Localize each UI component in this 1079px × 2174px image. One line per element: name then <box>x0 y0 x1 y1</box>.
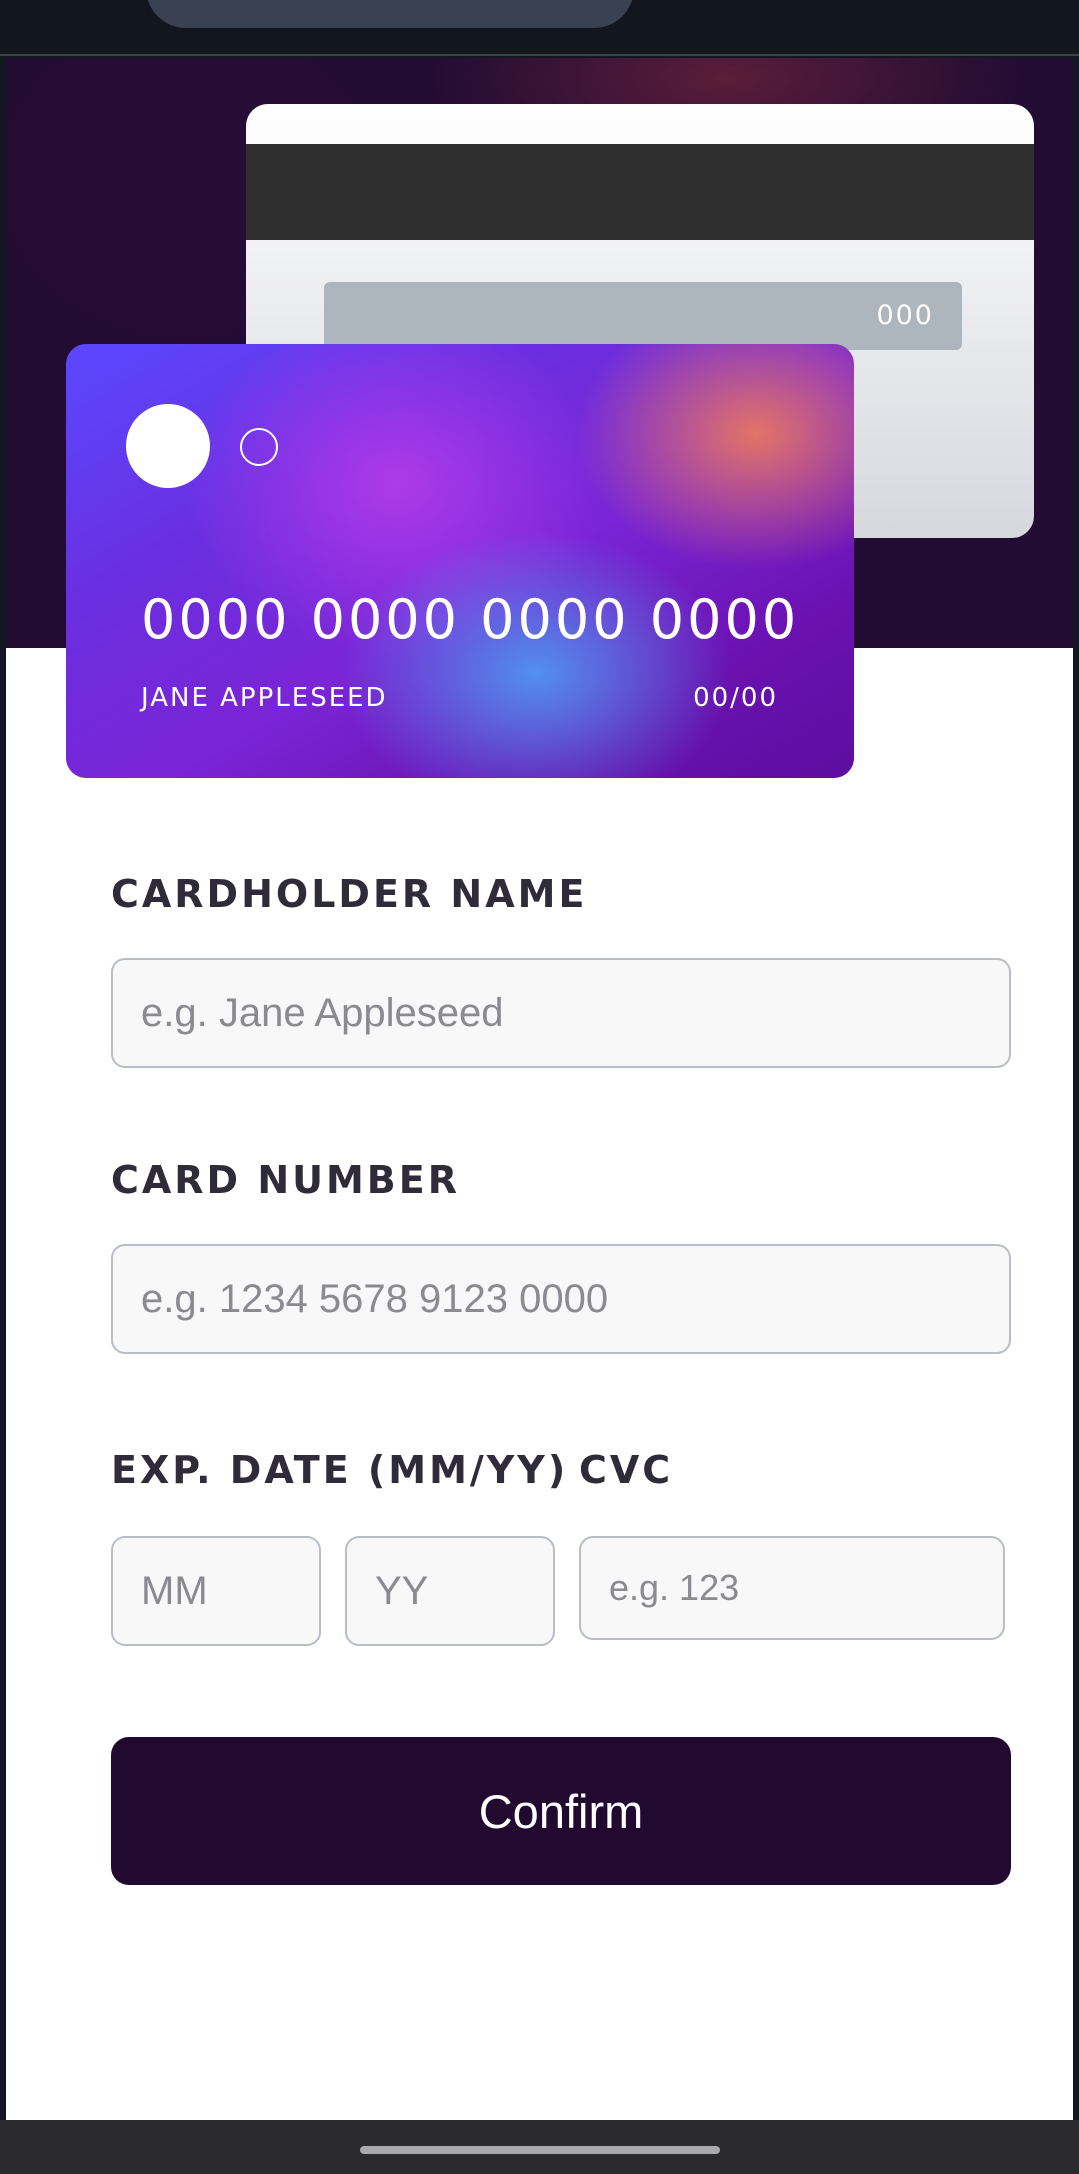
expiry-month-input[interactable] <box>111 1536 321 1646</box>
app-viewport: 000 0000 0000 0000 0000 JANE APPLESEED 0… <box>6 58 1073 2120</box>
home-gesture-handle[interactable] <box>360 2146 720 2154</box>
confirm-button[interactable]: Confirm <box>111 1737 1011 1885</box>
camera-notch <box>146 0 634 28</box>
card-number-input[interactable] <box>111 1244 1011 1354</box>
cvc-input[interactable] <box>579 1536 1005 1640</box>
card-front: 0000 0000 0000 0000 JANE APPLESEED 00/00 <box>66 344 854 778</box>
expiry-date-label: EXP. DATE (MM/YY) <box>111 1448 569 1492</box>
card-number-label: CARD NUMBER <box>111 1158 460 1202</box>
card-front-expiry: 00/00 <box>693 683 778 713</box>
expiry-year-input[interactable] <box>345 1536 555 1646</box>
card-back-cvc: 000 <box>876 300 934 331</box>
card-logo-circle-icon <box>126 404 210 488</box>
card-front-name: JANE APPLESEED <box>141 683 388 713</box>
frame-divider <box>0 54 1079 56</box>
card-logo-ring-icon <box>240 428 278 466</box>
cardholder-name-label: CARDHOLDER NAME <box>111 872 588 916</box>
magnetic-stripe <box>246 144 1034 240</box>
status-bar <box>0 0 1079 56</box>
cvc-label: CVC <box>579 1448 674 1492</box>
card-front-number: 0000 0000 0000 0000 <box>141 588 800 651</box>
cardholder-name-input[interactable] <box>111 958 1011 1068</box>
signature-panel: 000 <box>324 282 962 350</box>
navigation-bar <box>0 2120 1079 2174</box>
